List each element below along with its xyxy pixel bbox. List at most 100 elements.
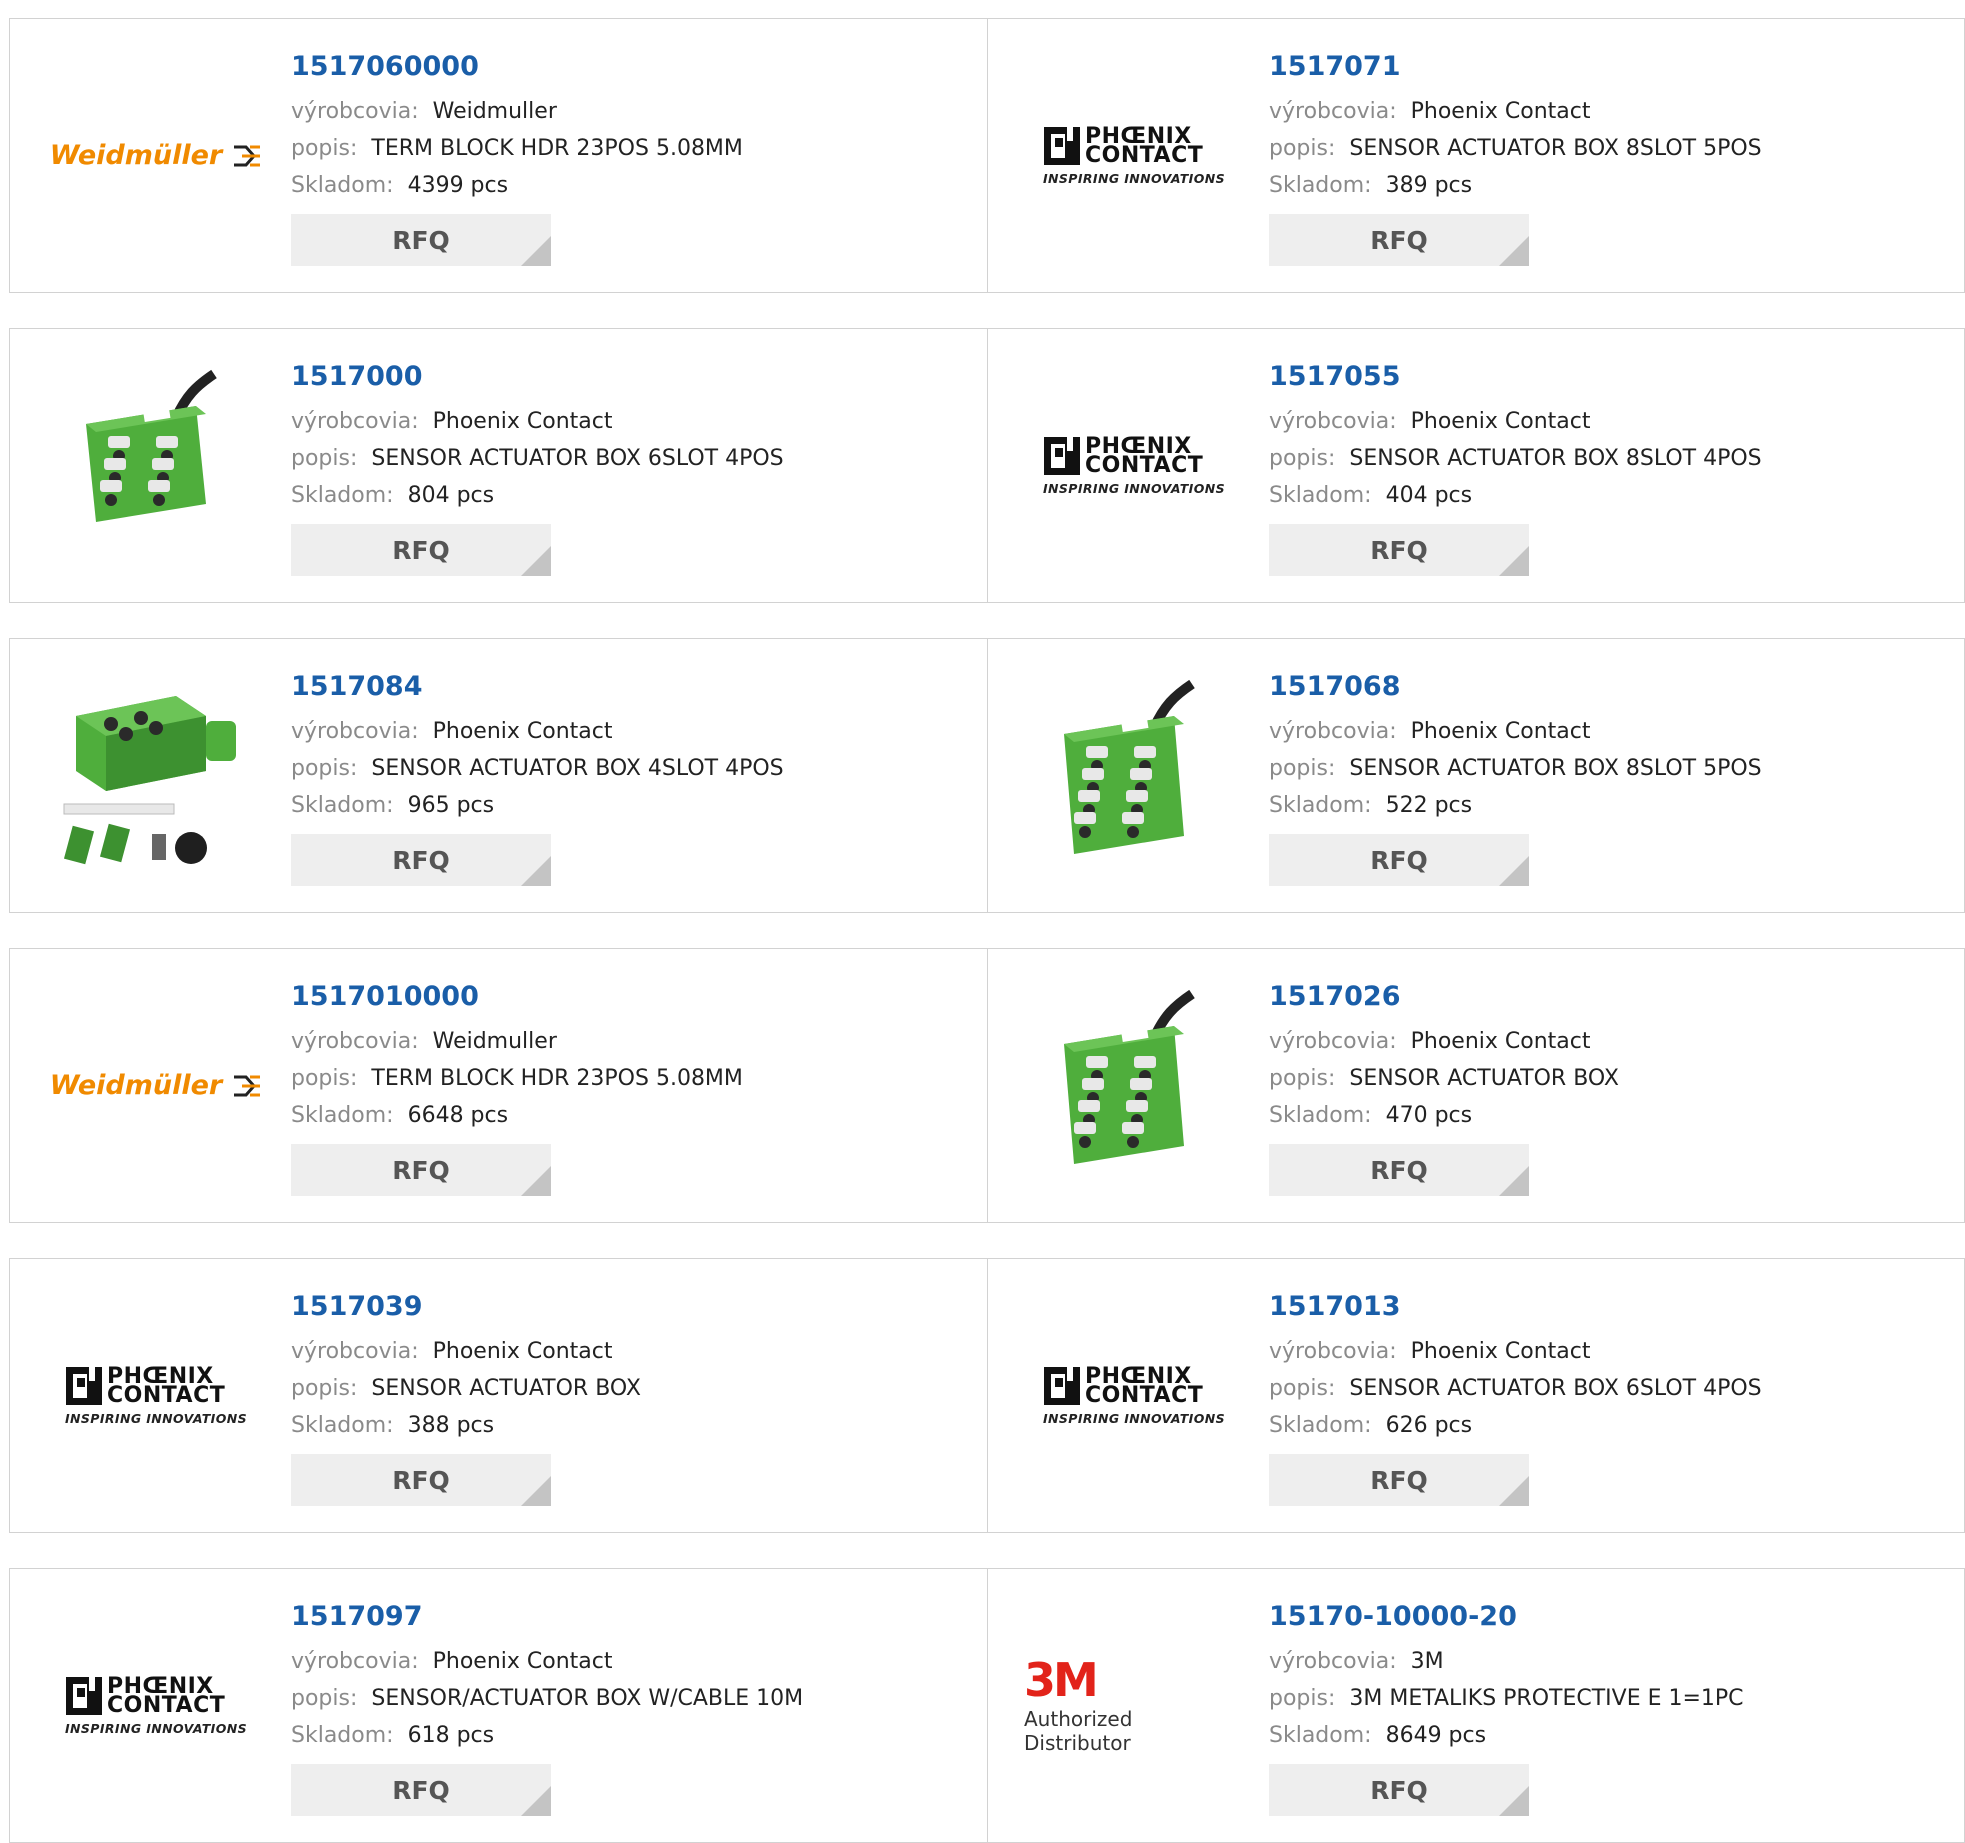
stock-line: Skladom: 804 pcs bbox=[291, 477, 784, 514]
rfq-button[interactable]: RFQ bbox=[1269, 214, 1529, 266]
description-line: popis: SENSOR ACTUATOR BOX 6SLOT 4POS bbox=[1269, 1370, 1762, 1407]
rfq-label: RFQ bbox=[1370, 1155, 1428, 1185]
rfq-button[interactable]: RFQ bbox=[291, 524, 551, 576]
phoenix-contact-logo: PHŒNIX CONTACT INSPIRING INNOVATIONS bbox=[1042, 433, 1225, 496]
phoenix-mark-icon bbox=[1043, 1366, 1080, 1405]
stock-label: Skladom: bbox=[1269, 1103, 1372, 1128]
part-number-link[interactable]: 1517084 bbox=[291, 669, 784, 705]
rfq-button[interactable]: RFQ bbox=[291, 1144, 551, 1196]
manufacturer-label: výrobcovia: bbox=[1269, 1029, 1397, 1054]
description-value: SENSOR ACTUATOR BOX 8SLOT 4POS bbox=[1349, 446, 1762, 471]
product-image[interactable]: 3M Authorized Distributor bbox=[1024, 1569, 1244, 1842]
manufacturer-line: výrobcovia: Phoenix Contact bbox=[1269, 93, 1762, 130]
phoenix-contact-logo: PHŒNIX CONTACT INSPIRING INNOVATIONS bbox=[64, 1673, 247, 1736]
manufacturer-value: Phoenix Contact bbox=[1410, 719, 1591, 744]
rfq-button[interactable]: RFQ bbox=[1269, 524, 1529, 576]
manufacturer-line: výrobcovia: Phoenix Contact bbox=[291, 1643, 803, 1680]
description-line: popis: SENSOR ACTUATOR BOX bbox=[291, 1370, 641, 1407]
stock-value: 804 pcs bbox=[407, 483, 495, 508]
phoenix-mark-icon bbox=[1043, 126, 1080, 165]
description-value: 3M METALIKS PROTECTIVE E 1=1PC bbox=[1349, 1686, 1744, 1711]
stock-line: Skladom: 522 pcs bbox=[1269, 787, 1762, 824]
manufacturer-value: Phoenix Contact bbox=[432, 409, 613, 434]
rfq-label: RFQ bbox=[1370, 1465, 1428, 1495]
part-number-link[interactable]: 15170-10000-20 bbox=[1269, 1599, 1744, 1635]
rfq-button[interactable]: RFQ bbox=[291, 214, 551, 266]
product-image[interactable]: PHŒNIX CONTACT INSPIRING INNOVATIONS bbox=[46, 1259, 266, 1532]
product-row: 1517000 výrobcovia: Phoenix Contact popis… bbox=[9, 328, 1965, 603]
manufacturer-line: výrobcovia: Phoenix Contact bbox=[1269, 1023, 1619, 1060]
product-image[interactable]: PHŒNIX CONTACT INSPIRING INNOVATIONS bbox=[1024, 19, 1244, 292]
part-number-link[interactable]: 1517097 bbox=[291, 1599, 803, 1635]
rfq-label: RFQ bbox=[1370, 225, 1428, 255]
description-line: popis: 3M METALIKS PROTECTIVE E 1=1PC bbox=[1269, 1680, 1744, 1717]
stock-line: Skladom: 470 pcs bbox=[1269, 1097, 1619, 1134]
product-card: Weidmüller 1517060000 výrobcovia: Weidmul… bbox=[10, 19, 987, 292]
rfq-button[interactable]: RFQ bbox=[291, 834, 551, 886]
part-number-link[interactable]: 1517068 bbox=[1269, 669, 1762, 705]
rfq-button[interactable]: RFQ bbox=[291, 1454, 551, 1506]
description-label: popis: bbox=[291, 1066, 358, 1091]
stock-label: Skladom: bbox=[1269, 173, 1372, 198]
description-value: TERM BLOCK HDR 23POS 5.08MM bbox=[371, 1066, 743, 1091]
manufacturer-label: výrobcovia: bbox=[1269, 719, 1397, 744]
description-line: popis: TERM BLOCK HDR 23POS 5.08MM bbox=[291, 1060, 743, 1097]
part-number-link[interactable]: 1517071 bbox=[1269, 49, 1762, 85]
manufacturer-value: Weidmuller bbox=[432, 1029, 557, 1054]
stock-value: 389 pcs bbox=[1385, 173, 1473, 198]
rfq-button[interactable]: RFQ bbox=[291, 1764, 551, 1816]
description-label: popis: bbox=[1269, 1066, 1336, 1091]
rfq-button[interactable]: RFQ bbox=[1269, 1144, 1529, 1196]
stock-label: Skladom: bbox=[291, 1103, 394, 1128]
rfq-button[interactable]: RFQ bbox=[1269, 834, 1529, 886]
rfq-label: RFQ bbox=[1370, 845, 1428, 875]
stock-label: Skladom: bbox=[1269, 1723, 1372, 1748]
stock-value: 6648 pcs bbox=[407, 1103, 509, 1128]
product-info: 1517060000 výrobcovia: Weidmuller popis: T… bbox=[291, 49, 743, 266]
product-row: 1517084 výrobcovia: Phoenix Contact popis… bbox=[9, 638, 1965, 913]
stock-line: Skladom: 4399 pcs bbox=[291, 167, 743, 204]
product-row: PHŒNIX CONTACT INSPIRING INNOVATIONS 151… bbox=[9, 1258, 1965, 1533]
manufacturer-value: Phoenix Contact bbox=[432, 1339, 613, 1364]
product-card: 3M Authorized Distributor 15170-10000-20… bbox=[987, 1569, 1964, 1842]
sensor-box-8slot-image bbox=[1064, 679, 1195, 854]
manufacturer-value: Phoenix Contact bbox=[1410, 99, 1591, 124]
part-number-link[interactable]: 1517039 bbox=[291, 1289, 641, 1325]
phoenix-mark-icon bbox=[1043, 436, 1080, 475]
manufacturer-value: 3M bbox=[1410, 1649, 1444, 1674]
description-label: popis: bbox=[291, 446, 358, 471]
product-info: 1517071 výrobcovia: Phoenix Contact popis… bbox=[1269, 49, 1762, 266]
product-image[interactable]: PHŒNIX CONTACT INSPIRING INNOVATIONS bbox=[46, 1569, 266, 1842]
product-image[interactable]: Weidmüller bbox=[46, 949, 266, 1222]
part-number-link[interactable]: 1517026 bbox=[1269, 979, 1619, 1015]
stock-line: Skladom: 389 pcs bbox=[1269, 167, 1762, 204]
description-value: SENSOR ACTUATOR BOX bbox=[371, 1376, 641, 1401]
product-image[interactable] bbox=[46, 639, 266, 912]
part-number-link[interactable]: 1517000 bbox=[291, 359, 784, 395]
part-number-link[interactable]: 1517013 bbox=[1269, 1289, 1762, 1325]
product-image[interactable]: PHŒNIX CONTACT INSPIRING INNOVATIONS bbox=[1024, 329, 1244, 602]
part-number-link[interactable]: 1517055 bbox=[1269, 359, 1762, 395]
description-value: TERM BLOCK HDR 23POS 5.08MM bbox=[371, 136, 743, 161]
manufacturer-value: Phoenix Contact bbox=[1410, 1339, 1591, 1364]
product-image[interactable] bbox=[46, 329, 266, 602]
stock-line: Skladom: 8649 pcs bbox=[1269, 1717, 1744, 1754]
product-info: 1517068 výrobcovia: Phoenix Contact popis… bbox=[1269, 669, 1762, 886]
product-image[interactable]: PHŒNIX CONTACT INSPIRING INNOVATIONS bbox=[1024, 1259, 1244, 1532]
product-image[interactable]: Weidmüller bbox=[46, 19, 266, 292]
rfq-label: RFQ bbox=[1370, 1775, 1428, 1805]
stock-value: 626 pcs bbox=[1385, 1413, 1473, 1438]
product-info: 1517084 výrobcovia: Phoenix Contact popis… bbox=[291, 669, 784, 886]
product-image[interactable] bbox=[1024, 639, 1244, 912]
rfq-button[interactable]: RFQ bbox=[1269, 1454, 1529, 1506]
product-image[interactable] bbox=[1024, 949, 1244, 1222]
part-number-link[interactable]: 1517060000 bbox=[291, 49, 743, 85]
rfq-button[interactable]: RFQ bbox=[1269, 1764, 1529, 1816]
phoenix-mark-icon bbox=[65, 1676, 102, 1715]
rfq-label: RFQ bbox=[392, 845, 450, 875]
stock-label: Skladom: bbox=[291, 793, 394, 818]
product-info: 1517010000 výrobcovia: Weidmuller popis: T… bbox=[291, 979, 743, 1196]
part-number-link[interactable]: 1517010000 bbox=[291, 979, 743, 1015]
phoenix-contact-logo: PHŒNIX CONTACT INSPIRING INNOVATIONS bbox=[64, 1363, 247, 1426]
manufacturer-label: výrobcovia: bbox=[291, 1649, 419, 1674]
